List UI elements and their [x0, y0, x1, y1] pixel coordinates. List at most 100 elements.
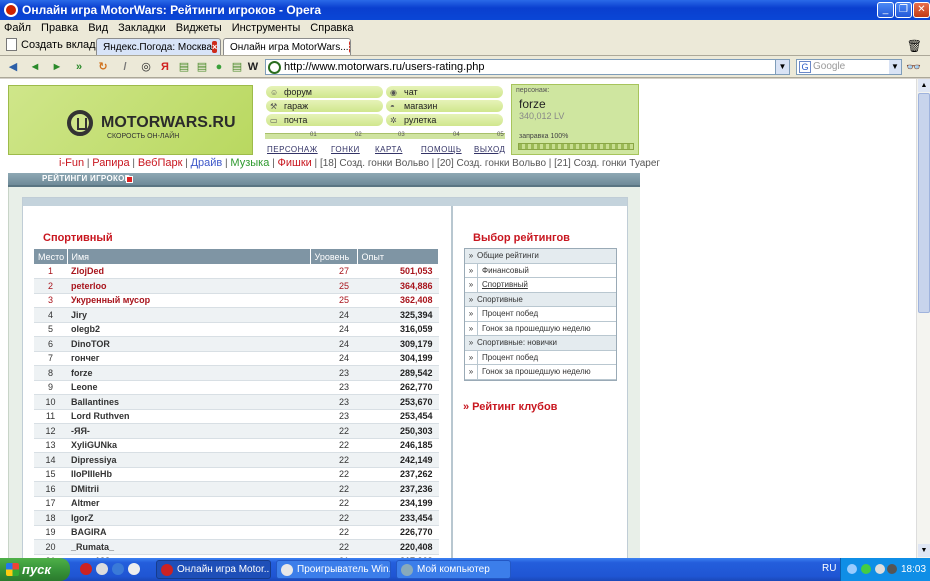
vertical-scrollbar[interactable]: ▲ ▼: [916, 79, 930, 558]
nav-character[interactable]: ПЕРСОНАЖ: [267, 145, 318, 154]
name-cell[interactable]: Dipressiya: [67, 452, 310, 468]
table-row[interactable]: 19 BAGIRA 22 226,770: [34, 525, 439, 540]
opera-icon[interactable]: [80, 563, 92, 575]
table-row[interactable]: 14 Dipressiya 22 242,149: [34, 452, 439, 468]
name-cell[interactable]: Jiry: [67, 307, 310, 323]
name-cell[interactable]: Ballantines: [67, 394, 310, 410]
bookmark-icon[interactable]: ▤: [195, 60, 209, 74]
name-cell[interactable]: XyliGUNka: [67, 438, 310, 453]
name-cell[interactable]: olegb2: [67, 322, 310, 337]
link-music[interactable]: Музыка: [230, 157, 269, 169]
wand-icon[interactable]: /: [118, 60, 132, 74]
table-row[interactable]: 13 XyliGUNka 22 246,185: [34, 438, 439, 453]
table-row[interactable]: 2 peterloo 25 364,886: [34, 278, 439, 294]
language-indicator[interactable]: RU: [822, 563, 836, 574]
chevron-down-icon[interactable]: ▼: [889, 60, 901, 74]
table-row[interactable]: 16 DMitrii 22 237,236: [34, 481, 439, 497]
name-cell[interactable]: DMitrii: [67, 481, 310, 497]
table-row[interactable]: 10 Ballantines 23 253,670: [34, 394, 439, 410]
collapse-icon[interactable]: [126, 176, 133, 183]
yandex-bookmark-icon[interactable]: Я: [158, 60, 172, 74]
link-ifun[interactable]: i-Fun: [59, 157, 84, 169]
table-row[interactable]: 1 ZlojDed 27 501,053: [34, 264, 439, 279]
link-fishki[interactable]: Фишки: [277, 157, 311, 169]
bookmark-icon[interactable]: ▤: [177, 60, 191, 74]
nav-map[interactable]: КАРТА: [375, 145, 402, 154]
selector-item[interactable]: » Процент побед: [465, 307, 616, 322]
tray-volume-icon[interactable]: [875, 564, 885, 574]
table-row[interactable]: 11 Lord Ruthven 23 253,454: [34, 409, 439, 424]
address-input[interactable]: http://www.motorwars.ru/users-rating.php…: [265, 59, 790, 75]
bookmark-icon[interactable]: ▤: [230, 60, 244, 74]
link-webpark[interactable]: ВебПарк: [138, 157, 183, 169]
close-tab-icon[interactable]: ×: [212, 41, 218, 53]
selector-item[interactable]: » Гонок за прошедшую неделю: [465, 365, 616, 380]
table-row[interactable]: 18 IgorZ 22 233,454: [34, 510, 439, 526]
table-row[interactable]: 15 IIoPIIIeHb 22 237,262: [34, 467, 439, 482]
maximize-button[interactable]: ❐: [895, 2, 912, 18]
table-row[interactable]: 12 -ЯЯ- 22 250,303: [34, 423, 439, 439]
selector-group[interactable]: » Спортивные: новички: [465, 336, 616, 351]
ie-icon[interactable]: [112, 563, 124, 575]
name-cell[interactable]: -ЯЯ-: [67, 423, 310, 439]
menu-help[interactable]: Справка: [310, 22, 353, 34]
name-cell[interactable]: IgorZ: [67, 510, 310, 526]
close-button[interactable]: ✕: [913, 2, 930, 18]
tray-network-icon[interactable]: [861, 564, 871, 574]
site-icon[interactable]: ◎: [139, 60, 153, 74]
nav-roulette[interactable]: ✲ рулетка: [386, 114, 503, 126]
scroll-down-icon[interactable]: ▼: [918, 544, 930, 557]
window-titlebar[interactable]: Онлайн игра MotorWars: Рейтинги игроков …: [0, 0, 930, 20]
selector-item[interactable]: » Процент побед: [465, 350, 616, 365]
table-row[interactable]: 3 Укуренный мусор 25 362,408: [34, 293, 439, 308]
name-cell[interactable]: DinoTOR: [67, 336, 310, 352]
forward-icon[interactable]: ►: [50, 60, 64, 74]
desktop-icon[interactable]: [128, 563, 140, 575]
tray-arrow-icon[interactable]: [847, 564, 857, 574]
table-row[interactable]: 5 olegb2 24 316,059: [34, 322, 439, 337]
start-button[interactable]: пуск: [0, 558, 70, 581]
rewind-icon[interactable]: ◄: [28, 60, 42, 74]
nav-chat[interactable]: ◉ чат: [386, 86, 503, 98]
minimize-button[interactable]: _: [877, 2, 894, 18]
name-cell[interactable]: Leone: [67, 380, 310, 395]
name-cell[interactable]: Altmer: [67, 496, 310, 511]
table-row[interactable]: 8 forze 23 289,542: [34, 365, 439, 381]
name-cell[interactable]: IIoPIIIeHb: [67, 467, 310, 482]
selector-group[interactable]: » Спортивные: [465, 292, 616, 307]
chevron-down-icon[interactable]: ▼: [775, 60, 789, 74]
wikipedia-icon[interactable]: W: [246, 60, 260, 74]
menu-edit[interactable]: Правка: [41, 22, 78, 34]
task-player[interactable]: Проигрыватель Win...: [276, 560, 391, 579]
link-rapira[interactable]: Рапира: [92, 157, 129, 169]
menu-widgets[interactable]: Виджеты: [176, 22, 222, 34]
nav-mail[interactable]: ▭ почта: [266, 114, 383, 126]
table-row[interactable]: 20 _Rumata_ 22 220,408: [34, 539, 439, 555]
new-tab-button[interactable]: Создать вкладку: [6, 38, 106, 51]
nav-help[interactable]: ПОМОЩЬ: [421, 145, 462, 154]
name-cell[interactable]: Укуренный мусор: [67, 293, 310, 308]
table-row[interactable]: 9 Leone 23 262,770: [34, 380, 439, 395]
site-logo[interactable]: MOTORWARS.RU СКОРОСТЬ ОН-ЛАЙН: [8, 85, 253, 155]
nav-exit[interactable]: ВЫХОД: [474, 145, 505, 154]
menu-view[interactable]: Вид: [88, 22, 108, 34]
close-tab-icon[interactable]: ×: [348, 41, 350, 53]
nav-forum[interactable]: ☺ форум: [266, 86, 383, 98]
back-icon[interactable]: ◀: [6, 60, 20, 74]
club-rating-link[interactable]: » Рейтинг клубов: [463, 401, 557, 413]
tab-motorwars[interactable]: Онлайн игра MotorWars... ×: [223, 38, 351, 55]
name-cell[interactable]: ZlojDed: [67, 264, 310, 279]
name-cell[interactable]: peterloo: [67, 278, 310, 294]
menu-bookmarks[interactable]: Закладки: [118, 22, 166, 34]
player-card[interactable]: персонаж: forze 340,012 LV заправка 100%: [511, 84, 639, 155]
table-row[interactable]: 17 Altmer 22 234,199: [34, 496, 439, 511]
trash-icon[interactable]: 🗑: [907, 39, 922, 53]
table-row[interactable]: 7 гончег 24 304,199: [34, 351, 439, 366]
table-row[interactable]: 4 Jiry 24 325,394: [34, 307, 439, 323]
scroll-up-icon[interactable]: ▲: [918, 79, 930, 92]
selector-group[interactable]: » Общие рейтинги: [465, 249, 616, 264]
nav-races[interactable]: ГОНКИ: [331, 145, 360, 154]
glasses-icon[interactable]: 👓: [906, 60, 921, 74]
name-cell[interactable]: Lord Ruthven: [67, 409, 310, 424]
media-icon[interactable]: [96, 563, 108, 575]
